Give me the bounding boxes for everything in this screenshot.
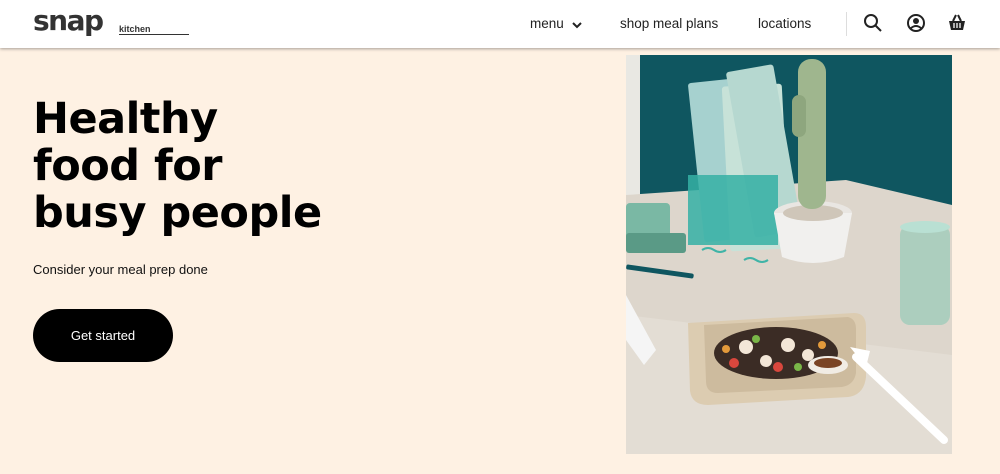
nav-menu-dropdown[interactable]: menu [530,16,582,32]
snap-kitchen-logo[interactable]: snap kitchen [33,4,189,37]
hero-title: Healthy food for busy people [33,96,363,237]
search-icon [864,14,882,32]
user-circle-icon [907,14,925,32]
logo-subtitle: kitchen [119,24,151,34]
basket-icon [949,14,965,30]
site-header: snap kitchen menu shop meal plans locati… [0,0,1000,48]
hero-subtitle: Consider your meal prep done [33,262,208,277]
search-button[interactable] [862,12,884,34]
nav-menu-label: menu [530,16,564,31]
logo-wordmark: snap [33,4,104,37]
nav-divider [846,12,847,36]
nav-shop-meal-plans[interactable]: shop meal plans [620,16,718,31]
cart-button[interactable] [946,12,968,34]
hero-section: Healthy food for busy people Consider yo… [0,48,1000,474]
get-started-button[interactable]: Get started [33,309,173,362]
chevron-down-icon [571,17,582,32]
hero-title-line: Healthy [33,94,218,144]
hero-image [626,55,952,454]
nav-locations[interactable]: locations [758,16,811,31]
logo-underline [119,34,189,35]
account-button[interactable] [905,12,927,34]
hero-title-line: food for [33,141,223,191]
hero-title-line: busy people [33,188,322,238]
